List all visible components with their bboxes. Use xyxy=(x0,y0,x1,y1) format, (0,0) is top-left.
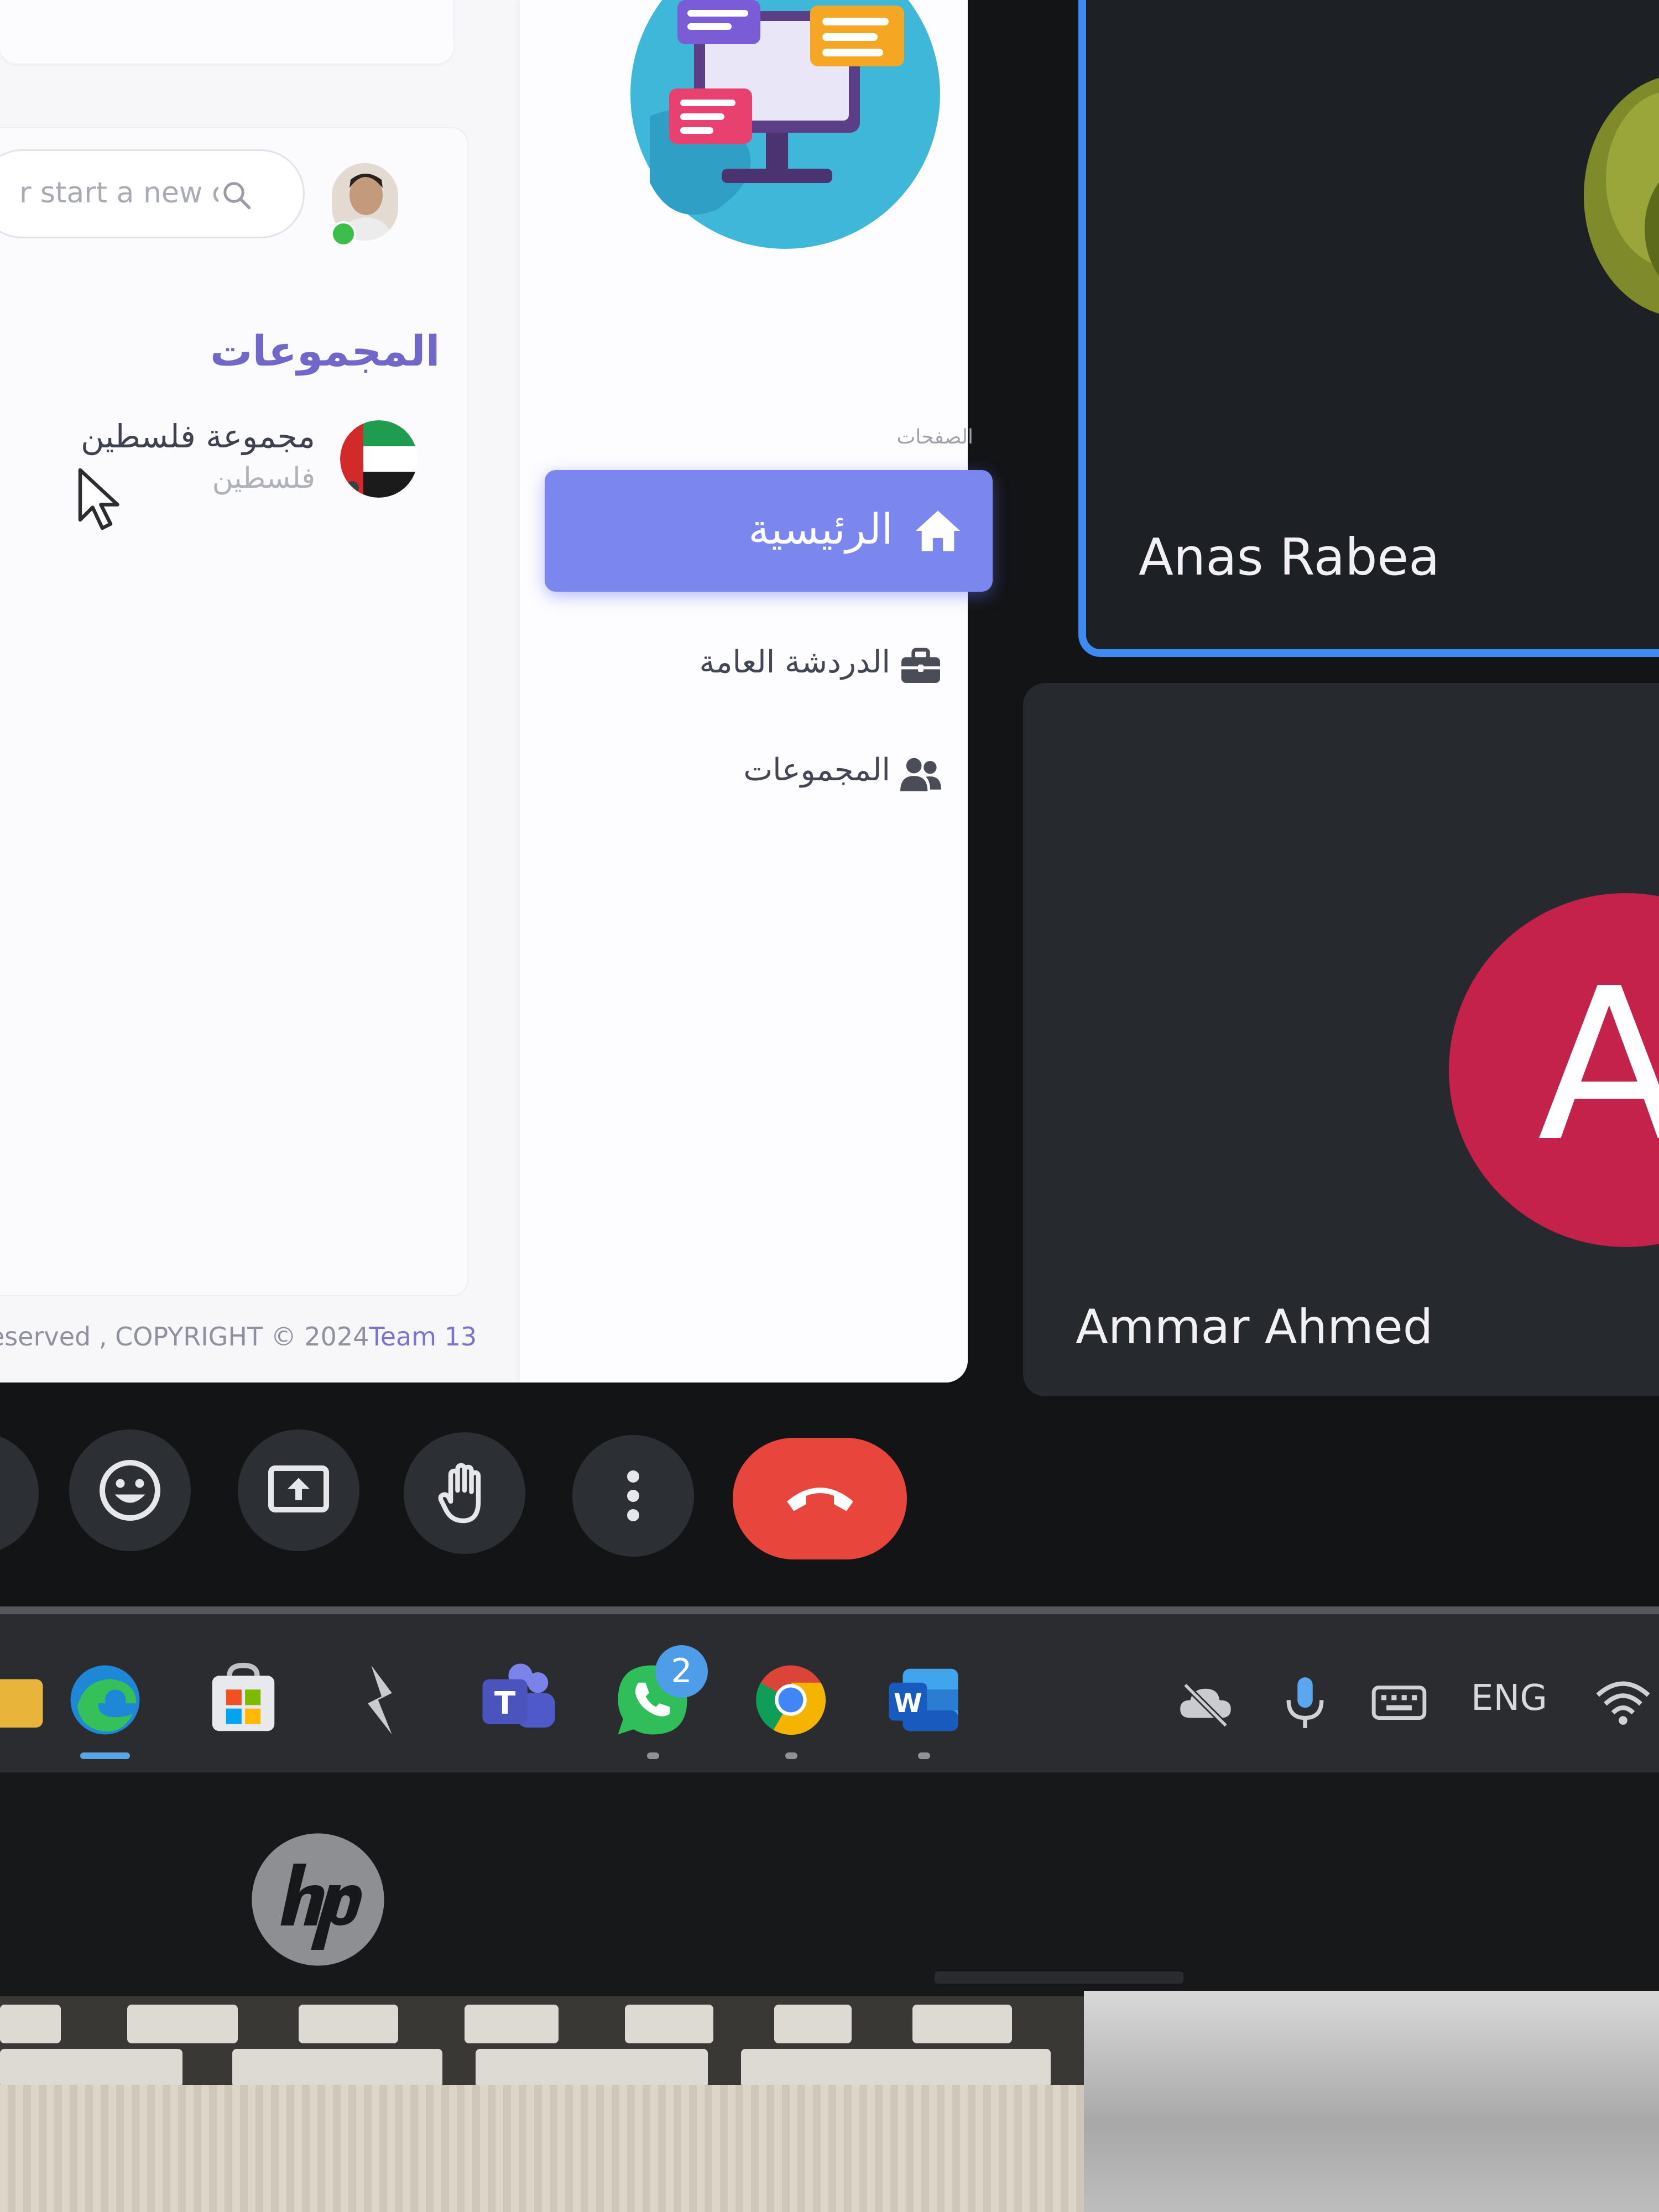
present-screen-icon xyxy=(268,1465,329,1512)
sidebar-item-label: المجموعات xyxy=(743,752,890,788)
participant-tile-anas[interactable]: Anas Rabea xyxy=(1078,0,1659,657)
raise-hand-icon xyxy=(438,1463,481,1524)
language-indicator[interactable]: ENG xyxy=(1471,1678,1547,1719)
hp-logo-icon xyxy=(252,1833,384,1966)
svg-text:T: T xyxy=(494,1686,516,1721)
chat-list-card xyxy=(0,127,468,1296)
bezel-edge xyxy=(935,1971,1183,1984)
laptop-silver-deck xyxy=(1084,1991,1659,2212)
participant-initial: A xyxy=(1537,943,1659,1188)
users-icon xyxy=(900,758,941,791)
sidebar-item-label: الدردشة العامة xyxy=(699,644,890,680)
reactions-button[interactable] xyxy=(69,1430,191,1551)
keyboard-key xyxy=(127,2005,238,2043)
partial-control-button[interactable] xyxy=(0,1432,39,1554)
mouse-cursor-icon xyxy=(78,468,119,530)
bolt-app-icon[interactable] xyxy=(340,1658,423,1741)
svg-text:W: W xyxy=(894,1688,922,1719)
group-name: مجموعة فلسطين xyxy=(80,418,315,455)
copyright-footer: eserved , COPYRIGHT © 2024Team 13 xyxy=(0,1322,487,1352)
search-input[interactable] xyxy=(18,176,220,210)
folder-app-icon[interactable] xyxy=(0,1658,50,1741)
emoji-icon xyxy=(100,1460,160,1521)
keyboard-key xyxy=(476,2049,708,2088)
more-options-icon xyxy=(627,1470,639,1521)
notification-badge: 2 xyxy=(655,1645,708,1698)
more-options-button[interactable] xyxy=(572,1435,694,1557)
pages-section-label: الصفحات xyxy=(896,426,974,448)
wifi-icon[interactable] xyxy=(1593,1672,1653,1733)
word-icon[interactable]: W xyxy=(882,1658,965,1759)
keyboard-key xyxy=(741,2049,1051,2088)
keyboard-key xyxy=(0,2005,61,2043)
app-running-indicator xyxy=(785,1752,797,1759)
app-running-indicator xyxy=(647,1752,659,1759)
keyboard-key xyxy=(625,2005,713,2043)
leave-call-button[interactable] xyxy=(733,1438,907,1559)
groups-heading: المجموعات xyxy=(210,326,440,375)
keyboard-key xyxy=(0,2049,182,2088)
present-screen-button[interactable] xyxy=(238,1430,359,1551)
chrome-icon[interactable] xyxy=(749,1658,832,1759)
sidebar-item-home[interactable]: الرئيسية xyxy=(545,470,993,592)
keyboard-key xyxy=(299,2005,398,2043)
chat-panel: المجموعات مجموعة فلسطين فلسطين eserved ,… xyxy=(0,0,520,1383)
keyboard-key xyxy=(465,2005,559,2043)
sidebar-item-public-chat[interactable]: الدردشة العامة xyxy=(664,628,973,705)
keyboard-key xyxy=(774,2005,852,2043)
keyboard-key xyxy=(912,2005,1012,2043)
raise-hand-button[interactable] xyxy=(404,1432,525,1554)
top-card xyxy=(0,0,453,64)
cloth-cover xyxy=(0,2085,1084,2212)
online-status-dot xyxy=(331,221,356,247)
participant-name: Anas Rabea xyxy=(1139,528,1440,587)
sidebar-item-label: الرئيسية xyxy=(748,504,893,554)
keyboard-icon[interactable] xyxy=(1369,1672,1430,1733)
search-icon[interactable] xyxy=(220,179,253,212)
store-icon[interactable] xyxy=(202,1658,285,1741)
copyright-text: eserved , COPYRIGHT © 2024 xyxy=(0,1322,369,1352)
sidebar-item-groups[interactable]: المجموعات xyxy=(664,735,973,813)
home-icon xyxy=(915,510,961,551)
briefcase-icon xyxy=(901,648,940,683)
onedrive-offline-icon[interactable] xyxy=(1175,1672,1236,1733)
keyboard-key xyxy=(232,2049,442,2088)
microphone-icon[interactable] xyxy=(1275,1672,1335,1733)
video-background-plant xyxy=(1584,77,1659,314)
participant-tile-ammar[interactable]: A Ammar Ahmed xyxy=(1023,683,1659,1396)
chat-illustration-icon xyxy=(630,0,940,249)
group-flag-icon xyxy=(340,420,418,498)
edge-icon[interactable] xyxy=(64,1658,147,1759)
copyright-brand: Team 13 xyxy=(369,1322,477,1352)
search-box[interactable] xyxy=(0,149,305,238)
app-running-indicator xyxy=(80,1752,130,1759)
leave-call-icon xyxy=(787,1488,853,1511)
teams-icon[interactable]: T xyxy=(476,1658,559,1741)
participant-name: Ammar Ahmed xyxy=(1076,1300,1433,1355)
app-running-indicator xyxy=(918,1752,930,1759)
windows-taskbar: T W ENG xyxy=(0,1606,1659,1780)
